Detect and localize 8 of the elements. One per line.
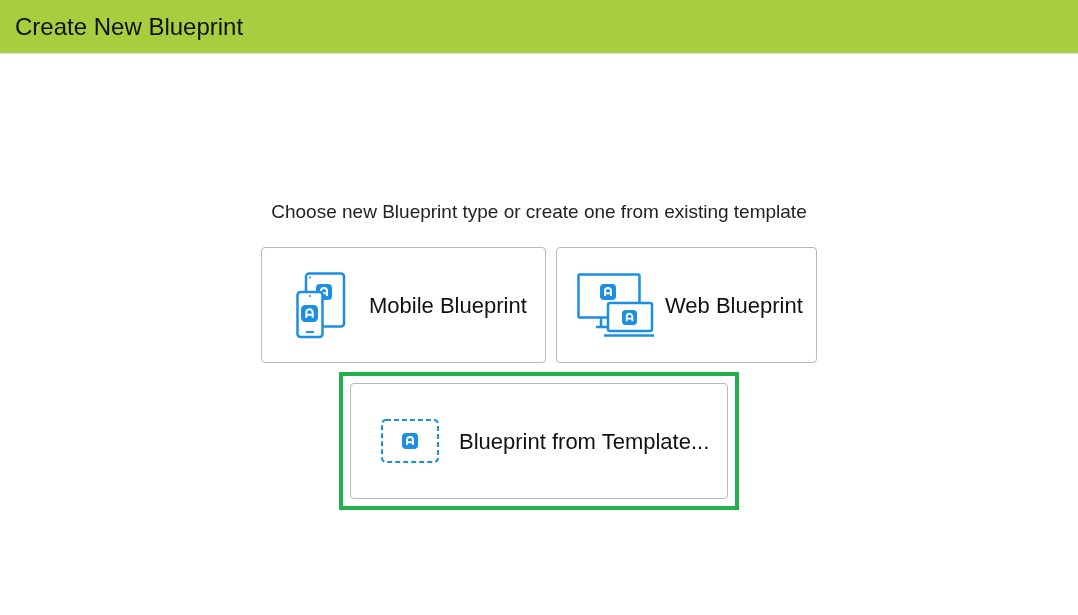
blueprint-option-card[interactable]: Blueprint from Template... [350, 383, 728, 499]
dashed-frame-icon [381, 419, 439, 463]
page-title: Create New Blueprint [15, 12, 244, 41]
instruction-text: Choose new Blueprint type or create one from existing template [271, 201, 807, 223]
phone-and-tablet-icon [296, 271, 346, 339]
monitor-and-laptop-icon [577, 272, 655, 338]
blueprint-option-card[interactable]: Mobile Blueprint [261, 247, 546, 363]
blueprint-option-card[interactable]: Web Blueprint [556, 247, 817, 363]
